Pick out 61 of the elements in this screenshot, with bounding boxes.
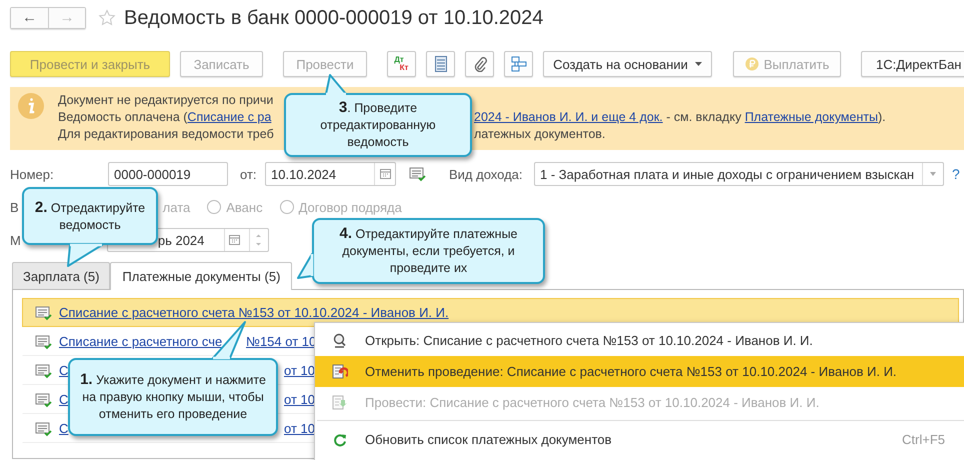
field-label: Вид дохода: [449, 166, 524, 182]
document-link[interactable]: Списание с расчетного сче [59, 334, 222, 349]
tab[interactable]: Зарплата (5) [12, 262, 110, 289]
document-undo-icon [332, 364, 348, 380]
document-link[interactable]: С [59, 363, 68, 378]
back-button[interactable]: ← [11, 8, 48, 28]
notice-text: латежных документов. [474, 126, 606, 143]
document-check-icon [35, 392, 53, 408]
ruble-coin-icon [744, 57, 759, 71]
field-label: Номер: [10, 166, 55, 182]
list-icon [434, 56, 446, 72]
income-type-select[interactable]: 1 - Заработная плата и иные доходы с ограничением взыскан [534, 162, 944, 186]
structure-icon [510, 56, 526, 72]
radio-label: лата [162, 200, 190, 214]
document-check-icon [35, 334, 53, 350]
tab[interactable]: Платежные документы (5) [110, 262, 292, 290]
info-icon [18, 93, 44, 119]
toolbar-button[interactable]: 1С:ДиректБан [861, 51, 964, 77]
document-check-icon[interactable] [409, 166, 427, 182]
calendar-icon [229, 235, 240, 245]
caret-icon [694, 62, 702, 66]
structure-button[interactable] [504, 51, 533, 77]
callout-text: 1. Укажите документ и нажмите на правую кнопку мыши, чтобы отменить его проведение [79, 371, 267, 423]
document-link[interactable]: С [59, 421, 68, 436]
refresh-icon [333, 432, 347, 446]
paperclip-icon [472, 56, 486, 72]
window-title: Ведомость в банк 0000-000019 от 10.10.2024 [124, 6, 544, 30]
field-label: М [10, 232, 21, 248]
notice-link[interactable]: 2024 - Иванов И. И. и еще 4 док. [474, 110, 663, 124]
menu-item[interactable]: Обновить список платежных документов Ctrl+F5 [315, 424, 964, 455]
menu-item[interactable]: Отменить проведение: Списание с расчетного счета №153 от 10.10.2024 - Иванов И. И. [315, 356, 964, 387]
document-link[interactable]: Списание с расчетного счета №153 от 10.10.2024 - Иванов И. И. [59, 305, 449, 320]
debit-credit-button[interactable]: Дт Кт [387, 51, 416, 77]
document-link[interactable]: С [59, 392, 68, 407]
menu-item[interactable]: Открыть: Списание с расчетного счета №153 от 10.10.2024 - Иванов И. И. [315, 325, 964, 356]
magnifier-icon [332, 332, 348, 348]
document-check-icon [35, 362, 53, 378]
notice-link[interactable]: Списание с ра [187, 110, 272, 124]
shortcut-text: Ctrl+F5 [902, 432, 945, 447]
document-post-icon [332, 394, 348, 410]
spinner-icon[interactable] [256, 232, 262, 248]
document-check-icon [35, 420, 53, 436]
attachment-button[interactable] [465, 51, 494, 77]
list-button[interactable] [426, 51, 455, 77]
callout-text: 4. Отредактируйте платежные документы, если требуется, и проведите их [338, 225, 519, 277]
field-label: от: [240, 166, 258, 182]
star-icon[interactable] [98, 9, 116, 27]
number-field[interactable]: 0000-000019 [108, 162, 228, 186]
notice-link[interactable]: Платежные документы [744, 110, 878, 124]
date-field[interactable]: 10.10.2024 [265, 162, 396, 186]
notice-text: Для редактирования ведомости треб [58, 126, 275, 143]
help-link[interactable]: ? [952, 166, 960, 182]
field-label: В [10, 200, 19, 214]
dropdown-icon [930, 172, 936, 176]
calendar-icon [380, 169, 390, 179]
create-based-on-button[interactable]: Создать на основании [543, 51, 712, 77]
notice-text: 2024 - Иванов И. И. и еще 4 док. - см. вкладку Платежные документы). [474, 109, 886, 126]
callout-text: 3. Проведите отредактированную ведомость [319, 99, 437, 151]
notice-text: Документ не редактируется по причи [58, 92, 274, 109]
document-check-icon [35, 304, 53, 320]
notice-text: Ведомость оплачена (Списание с ра [58, 109, 272, 126]
